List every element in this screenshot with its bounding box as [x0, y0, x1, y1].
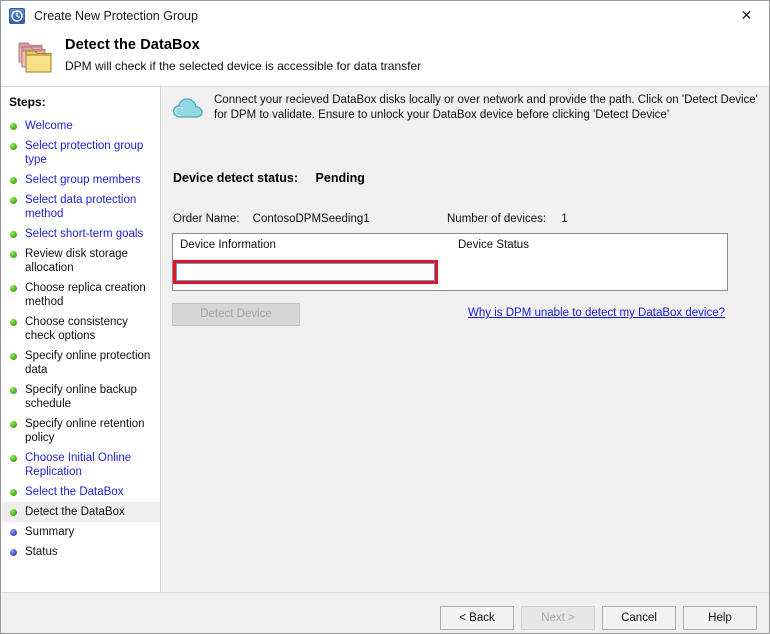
sidebar-item-specify-online-backup-schedule: Specify online backup schedule [1, 380, 160, 414]
sidebar-item-select-data-protection-method[interactable]: Select data protection method [1, 190, 160, 224]
info-banner-text: Connect your recieved DataBox disks loca… [214, 93, 762, 123]
green-bullet-icon [10, 251, 17, 258]
green-bullet-icon [10, 143, 17, 150]
green-bullet-icon [10, 509, 17, 516]
sidebar-item-label: Select the DataBox [25, 485, 154, 499]
green-bullet-icon [10, 421, 17, 428]
close-icon[interactable]: ✕ [724, 1, 769, 30]
sidebar-item-label: Review disk storage allocation [25, 247, 154, 275]
create-protection-group-wizard: Create New Protection Group ✕ Detect the… [0, 0, 770, 634]
sidebar-item-choose-initial-online-replication[interactable]: Choose Initial Online Replication [1, 448, 160, 482]
page-title: Detect the DataBox [65, 37, 200, 53]
sidebar-item-label: Select data protection method [25, 193, 154, 221]
sidebar-item-label: Specify online backup schedule [25, 383, 154, 411]
green-bullet-icon [10, 231, 17, 238]
window-title: Create New Protection Group [34, 9, 198, 23]
green-bullet-icon [10, 197, 17, 204]
device-detect-status-label: Device detect status: [173, 171, 298, 185]
sidebar-item-select-protection-group-type[interactable]: Select protection group type [1, 136, 160, 170]
steps-heading: Steps: [9, 95, 46, 109]
number-of-devices-value: 1 [561, 213, 567, 225]
cancel-button[interactable]: Cancel [602, 606, 676, 630]
device-information-input[interactable] [176, 263, 435, 281]
next-button: Next > [521, 606, 595, 630]
steps-sidebar: Steps: Welcome Select protection group ty… [1, 87, 161, 592]
green-bullet-icon [10, 455, 17, 462]
green-bullet-icon [10, 319, 17, 326]
main-content: Connect your recieved DataBox disks loca… [162, 87, 769, 592]
help-button[interactable]: Help [683, 606, 757, 630]
sidebar-item-label: Choose Initial Online Replication [25, 451, 154, 479]
sidebar-item-detect-the-databox: Detect the DataBox [1, 502, 160, 522]
order-name: Order Name: ContosoDPMSeeding1 [173, 213, 370, 225]
sidebar-item-label: Specify online retention policy [25, 417, 154, 445]
blue-bullet-icon [10, 529, 17, 536]
wizard-buttons: < Back Next > Cancel Help [440, 606, 757, 630]
sidebar-item-label: Summary [25, 525, 154, 539]
green-bullet-icon [10, 489, 17, 496]
page-subtitle: DPM will check if the selected device is… [65, 59, 421, 73]
detect-device-button[interactable]: Detect Device [172, 303, 300, 326]
steps-list: Welcome Select protection group type Selec… [1, 116, 160, 562]
order-name-value: ContosoDPMSeeding1 [253, 213, 370, 225]
green-bullet-icon [10, 285, 17, 292]
sidebar-item-status: Status [1, 542, 160, 562]
green-bullet-icon [10, 123, 17, 130]
sidebar-item-select-the-databox[interactable]: Select the DataBox [1, 482, 160, 502]
blue-bullet-icon [10, 549, 17, 556]
sidebar-item-label: Select protection group type [25, 139, 154, 167]
order-name-label: Order Name: [173, 213, 239, 225]
sidebar-item-label: Detect the DataBox [25, 505, 154, 519]
device-detect-status: Device detect status: Pending [173, 171, 365, 185]
sidebar-item-choose-replica-creation-method: Choose replica creation method [1, 278, 160, 312]
folders-icon [15, 39, 59, 79]
sidebar-item-specify-online-protection-data: Specify online protection data [1, 346, 160, 380]
sidebar-item-specify-online-retention-policy: Specify online retention policy [1, 414, 160, 448]
page-header: Detect the DataBox DPM will check if the… [1, 30, 769, 87]
title-bar: Create New Protection Group ✕ [1, 1, 769, 30]
sidebar-item-label: Specify online protection data [25, 349, 154, 377]
device-detect-status-value: Pending [316, 171, 365, 185]
sidebar-item-label: Select short-term goals [25, 227, 154, 241]
sidebar-item-label: Choose consistency check options [25, 315, 154, 343]
protection-group-icon [9, 8, 25, 24]
sidebar-item-welcome[interactable]: Welcome [1, 116, 160, 136]
sidebar-item-select-group-members[interactable]: Select group members [1, 170, 160, 190]
green-bullet-icon [10, 177, 17, 184]
green-bullet-icon [10, 387, 17, 394]
sidebar-item-select-short-term-goals[interactable]: Select short-term goals [1, 224, 160, 244]
sidebar-item-choose-consistency-check-options: Choose consistency check options [1, 312, 160, 346]
back-button[interactable]: < Back [440, 606, 514, 630]
sidebar-item-label: Select group members [25, 173, 154, 187]
footer-bar: < Back Next > Cancel Help [1, 592, 769, 633]
sidebar-item-label: Status [25, 545, 154, 559]
number-of-devices-label: Number of devices: [447, 213, 546, 225]
column-header-device-status: Device Status [458, 239, 529, 251]
info-banner: Connect your recieved DataBox disks loca… [172, 93, 762, 123]
number-of-devices: Number of devices: 1 [447, 213, 568, 225]
sidebar-item-review-disk-storage-allocation: Review disk storage allocation [1, 244, 160, 278]
cloud-icon [172, 95, 206, 121]
why-unable-to-detect-link[interactable]: Why is DPM unable to detect my DataBox d… [468, 307, 725, 319]
sidebar-item-label: Welcome [25, 119, 154, 133]
sidebar-item-summary: Summary [1, 522, 160, 542]
sidebar-item-label: Choose replica creation method [25, 281, 154, 309]
column-header-device-information: Device Information [180, 239, 276, 251]
green-bullet-icon [10, 353, 17, 360]
